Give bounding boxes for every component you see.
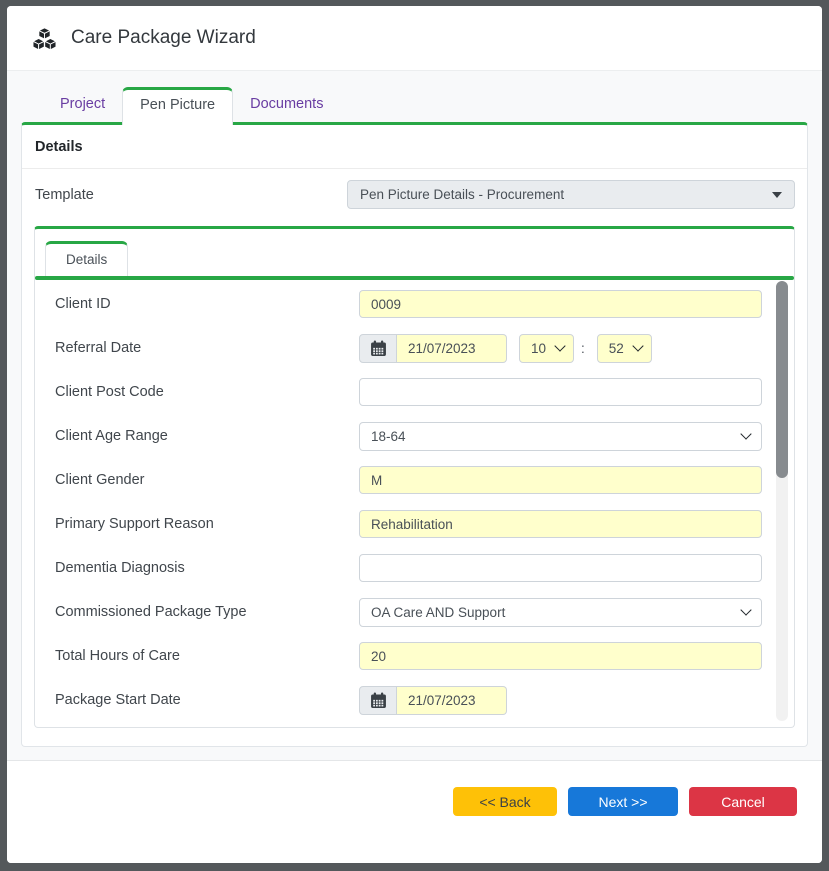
form-scroll-area: Client ID Referral Date 10: 52 Client Post …: [35, 280, 794, 727]
client-age-range-label: Client Age Range: [55, 428, 359, 444]
chevron-down-icon: [740, 428, 751, 439]
template-label: Template: [34, 187, 347, 203]
tab-pen-picture[interactable]: Pen Picture: [122, 87, 233, 125]
total-hours-of-care-label: Total Hours of Care: [55, 648, 359, 664]
field-control: [359, 466, 762, 494]
calendar-icon: [370, 340, 387, 357]
form-row: Referral Date 10: 52: [55, 326, 794, 370]
cancel-button[interactable]: Cancel: [689, 787, 797, 816]
tab-documents[interactable]: Documents: [233, 87, 340, 122]
calendar-icon: [370, 692, 387, 709]
client-gender-input[interactable]: [359, 466, 762, 494]
client-id-label: Client ID: [55, 296, 359, 312]
package-start-date-input[interactable]: [397, 686, 507, 715]
form-row: Commissioned Package Type OA Care AND Sup…: [55, 590, 794, 634]
details-section-title: Details: [22, 125, 807, 169]
commissioned-package-type-select-value: OA Care AND Support: [371, 605, 505, 620]
template-row: Template Pen Picture Details - Procureme…: [22, 169, 807, 220]
form-row: Client ID: [55, 282, 794, 326]
form-row: Package Start Date: [55, 678, 794, 722]
field-control: 18-64: [359, 422, 762, 451]
dementia-diagnosis-label: Dementia Diagnosis: [55, 560, 359, 576]
package-start-date-calendar-button[interactable]: [359, 686, 397, 715]
client-gender-label: Client Gender: [55, 472, 359, 488]
chevron-down-icon: [632, 340, 643, 351]
client-id-input[interactable]: [359, 290, 762, 318]
chevron-down-icon: [740, 604, 751, 615]
cubes-icon: [31, 26, 58, 51]
caret-down-icon: [772, 192, 782, 198]
chevron-down-icon: [554, 340, 565, 351]
wizard-footer: << Back Next >> Cancel: [7, 760, 822, 863]
pen-picture-panel: Details Client IDReferral Date 10:52Clie…: [34, 226, 795, 728]
care-package-wizard-window: Care Package Wizard Project Pen Picture …: [7, 6, 822, 863]
form-row: Client Age Range 18-64: [55, 414, 794, 458]
client-age-range-select[interactable]: 18-64: [359, 422, 762, 451]
package-start-date-date-group: [359, 686, 507, 715]
scrollbar-track[interactable]: [776, 281, 788, 721]
panel-tab-details[interactable]: Details: [45, 241, 128, 276]
field-control: OA Care AND Support: [359, 598, 762, 627]
field-control: [359, 554, 762, 582]
referral-date-hour-value: 10: [531, 341, 546, 356]
field-control: [359, 290, 762, 318]
field-control: [359, 686, 762, 715]
client-post-code-label: Client Post Code: [55, 384, 359, 400]
primary-support-reason-label: Primary Support Reason: [55, 516, 359, 532]
referral-date-minute-select[interactable]: 52: [597, 334, 652, 363]
form-fields: Client ID Referral Date 10: 52 Client Post …: [55, 282, 794, 722]
referral-date-hour-select[interactable]: 10: [519, 334, 574, 363]
template-select-value: Pen Picture Details - Procurement: [360, 187, 564, 202]
form-row: Client Post Code: [55, 370, 794, 414]
field-control: 10: 52: [359, 334, 762, 363]
dementia-diagnosis-input[interactable]: [359, 554, 762, 582]
form-row: Primary Support Reason: [55, 502, 794, 546]
form-row: Total Hours of Care: [55, 634, 794, 678]
details-card: Details Template Pen Picture Details - P…: [21, 122, 808, 747]
template-select[interactable]: Pen Picture Details - Procurement: [347, 180, 795, 209]
back-button[interactable]: << Back: [453, 787, 557, 816]
page-title: Care Package Wizard: [71, 27, 256, 49]
window-body: Project Pen Picture Documents Details Te…: [7, 71, 822, 760]
form-row: Client Gender: [55, 458, 794, 502]
field-control: [359, 642, 762, 670]
total-hours-of-care-input[interactable]: [359, 642, 762, 670]
window-header: Care Package Wizard: [7, 6, 822, 71]
referral-date-date-group: 10: 52: [359, 334, 652, 363]
referral-date-label: Referral Date: [55, 340, 359, 356]
package-start-date-label: Package Start Date: [55, 692, 359, 708]
referral-date-calendar-button[interactable]: [359, 334, 397, 363]
client-age-range-select-value: 18-64: [371, 429, 406, 444]
referral-date-input[interactable]: [397, 334, 507, 363]
form-row: Dementia Diagnosis: [55, 546, 794, 590]
scrollbar-thumb[interactable]: [776, 281, 788, 478]
primary-support-reason-input[interactable]: [359, 510, 762, 538]
panel-tabbar: Details: [35, 229, 794, 276]
tab-project[interactable]: Project: [43, 87, 122, 122]
referral-date-minute-value: 52: [609, 341, 624, 356]
commissioned-package-type-label: Commissioned Package Type: [55, 604, 359, 620]
next-button[interactable]: Next >>: [568, 787, 678, 816]
wizard-tabbar: Project Pen Picture Documents: [7, 71, 822, 122]
client-post-code-input[interactable]: [359, 378, 762, 406]
commissioned-package-type-select[interactable]: OA Care AND Support: [359, 598, 762, 627]
field-control: [359, 378, 762, 406]
field-control: [359, 510, 762, 538]
time-separator: :: [581, 341, 585, 356]
